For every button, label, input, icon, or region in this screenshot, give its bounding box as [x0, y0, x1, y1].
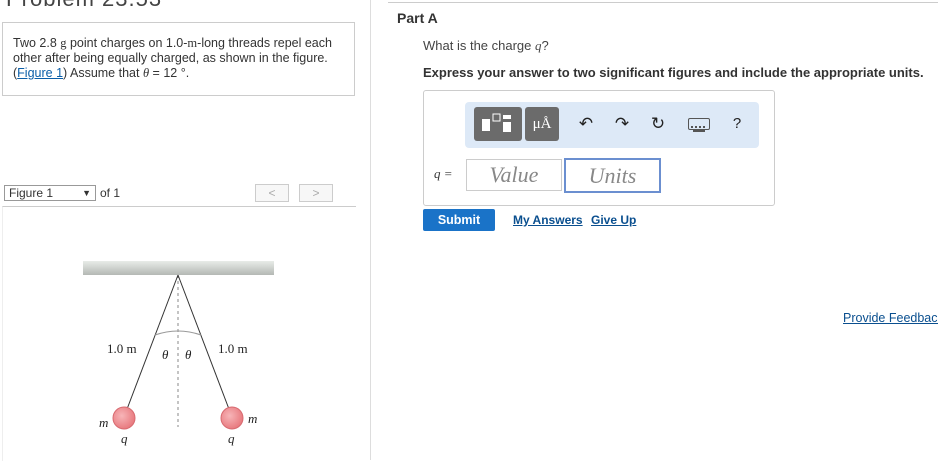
charge-label-left: q: [121, 431, 128, 446]
part-title: Part A: [397, 10, 438, 26]
templates-button[interactable]: [474, 107, 522, 141]
charge-label-right: q: [228, 431, 235, 446]
give-up-link[interactable]: Give Up: [591, 213, 636, 227]
prev-figure-button[interactable]: <: [255, 184, 289, 202]
figure-panel: 1.0 m 1.0 m θ θ m m q q: [2, 206, 356, 461]
length-label-right: 1.0 m: [218, 341, 248, 356]
keyboard-icon[interactable]: [688, 118, 710, 132]
part-divider: [388, 2, 938, 3]
charge-ball-left: [112, 406, 136, 430]
templates-icon: [482, 113, 511, 132]
length-label-left: 1.0 m: [107, 341, 137, 356]
next-figure-button[interactable]: >: [299, 184, 333, 202]
instructions: Express your answer to two significant f…: [423, 65, 924, 80]
statement-text: Two 2.8: [13, 36, 61, 50]
figure-count: of 1: [100, 186, 121, 200]
unit-m: m: [187, 36, 198, 50]
units-button[interactable]: μÅ: [525, 107, 559, 141]
statement-text: ) Assume that: [63, 66, 143, 80]
value-input[interactable]: Value: [466, 159, 562, 191]
help-button[interactable]: ?: [727, 114, 747, 134]
redo-icon[interactable]: ↷: [612, 114, 632, 134]
provide-feedback-link[interactable]: Provide Feedback: [843, 311, 938, 325]
reset-icon[interactable]: ↻: [648, 114, 668, 134]
problem-title: Problem 23.53: [6, 0, 162, 12]
pendulum-figure: 1.0 m 1.0 m θ θ m m q q: [83, 261, 274, 446]
figure-select[interactable]: Figure 1 ▼: [4, 185, 96, 201]
figure-select-value: Figure 1: [9, 186, 54, 200]
units-input[interactable]: Units: [564, 158, 661, 193]
question-suffix: ?: [541, 38, 549, 53]
answer-label: q =: [434, 166, 453, 181]
question-prefix: What is the charge: [423, 38, 535, 53]
my-answers-link[interactable]: My Answers: [513, 213, 583, 227]
problem-statement: Two 2.8 g point charges on 1.0-m-long th…: [2, 22, 355, 96]
charge-ball-right: [220, 406, 244, 430]
mass-label-left: m: [99, 415, 108, 430]
figure-link[interactable]: Figure 1: [17, 66, 63, 80]
panel-divider: [370, 0, 371, 460]
keyboard-keys: [691, 126, 705, 132]
question-text: What is the charge q?: [423, 38, 549, 54]
theta-label-right: θ: [185, 347, 192, 362]
chevron-down-icon: ▼: [82, 188, 91, 198]
submit-button[interactable]: Submit: [423, 209, 495, 231]
ceiling: [83, 261, 274, 275]
statement-text: point charges on 1.0-: [66, 36, 188, 50]
mass-label-right: m: [248, 411, 257, 426]
statement-text: = 12 °.: [149, 66, 190, 80]
theta-label-left: θ: [162, 347, 169, 362]
undo-icon[interactable]: ↶: [576, 114, 596, 134]
